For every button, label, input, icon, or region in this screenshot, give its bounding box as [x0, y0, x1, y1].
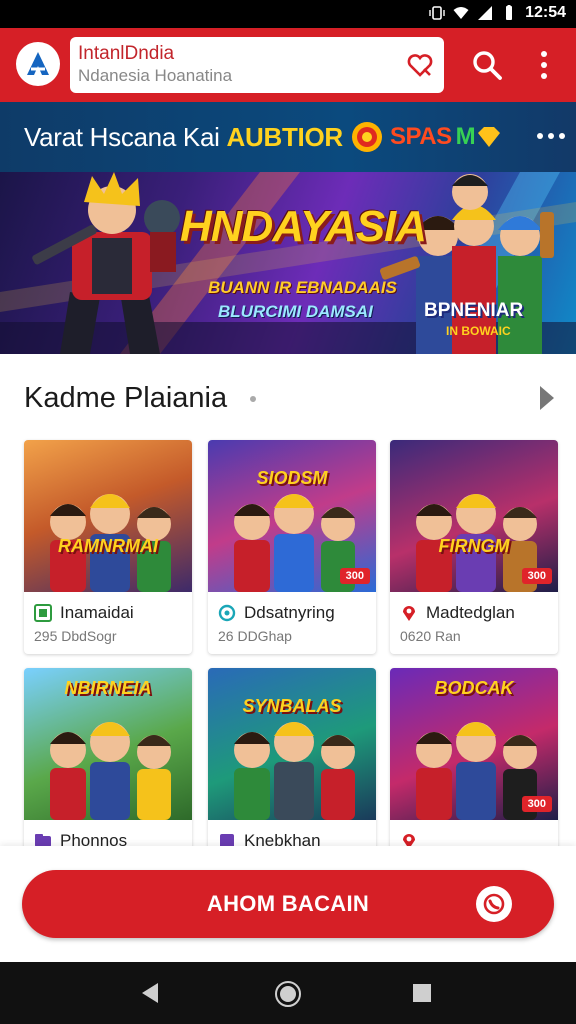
game-card[interactable]: SYNBALAS Knebkhan: [208, 668, 376, 846]
action-icon: [476, 886, 512, 922]
circle-icon: [218, 604, 236, 622]
app-logo[interactable]: [16, 42, 60, 86]
hero-side-title: BPNENIAR: [424, 300, 524, 321]
home-icon[interactable]: [274, 980, 302, 1008]
card-art-title: NBIRNEIA: [64, 678, 152, 698]
game-card[interactable]: NBIRNEIA Phonnos: [24, 668, 192, 846]
pin-icon: [400, 832, 418, 846]
card-artwork: FIRNGM 300: [390, 440, 558, 592]
hero-tagline-2: BLURCIMI DAMSAI: [218, 302, 373, 321]
logo-icon: [27, 52, 49, 75]
target-icon: [352, 122, 382, 152]
square-icon: [218, 832, 236, 846]
promo-strip[interactable]: Varat Hscana Kai AUBTIOR SPAS M: [0, 102, 576, 172]
card-name: Inamaidai: [60, 603, 134, 622]
card-characters: [234, 722, 355, 820]
card-name: Ddsatnyring: [244, 603, 335, 622]
card-name: Madtedglan: [426, 603, 515, 622]
card-meta: Madtedglan 0620 Ran: [400, 600, 552, 644]
system-nav-bar: [0, 962, 576, 1024]
card-art-title: FIRNGM: [438, 536, 510, 556]
search-field[interactable]: IntanlDndia Ndanesia Hoanatina: [70, 37, 444, 93]
hero-tagline-1: BUANN IR EBNADAAIS: [208, 278, 397, 297]
promo-text: Varat Hscana Kai AUBTIOR: [24, 122, 343, 153]
primary-action-button[interactable]: AHOM BACAIN: [22, 870, 554, 938]
card-name-row: [400, 828, 552, 846]
card-meta: [400, 828, 552, 846]
card-price-badge: 300: [521, 568, 552, 584]
search-title: IntanlDndia: [78, 43, 175, 64]
status-bar: 12:54: [0, 0, 576, 28]
pin-icon: [400, 604, 418, 622]
card-info: 0620 Ran: [400, 628, 461, 644]
promo-badge-text: SPAS: [390, 123, 452, 150]
card-price-badge: 300: [521, 796, 552, 812]
card-name-row: Phonnos: [34, 828, 186, 846]
status-icons: 12:54: [429, 4, 566, 22]
game-card[interactable]: BODCAK 300: [390, 668, 558, 846]
search-subtitle: Ndanesia Hoanatina: [78, 66, 233, 85]
section-indicator: [250, 396, 256, 402]
card-info: 26 DDGhap: [218, 628, 292, 644]
game-card[interactable]: FIRNGM 300 Madtedglan 0620 Ran: [390, 440, 558, 654]
more-dots-icon[interactable]: [536, 130, 566, 142]
section-header: Kadme Plaiania: [24, 380, 554, 416]
hero-title: HNDAYASIA: [180, 202, 427, 251]
battery-icon: [506, 5, 513, 20]
action-bar: AHOM BACAIN: [0, 846, 576, 962]
card-art-title: SYNBALAS: [242, 696, 342, 716]
phone-icon: [483, 893, 505, 915]
promo-badge-m: M: [455, 123, 476, 150]
search-icon[interactable]: [470, 48, 504, 82]
status-time: 12:54: [525, 4, 566, 21]
promo-badge: SPAS M: [350, 118, 502, 156]
card-art-title: SIODSM: [256, 468, 328, 488]
app-bar: IntanlDndia Ndanesia Hoanatina: [0, 28, 576, 102]
card-characters: [50, 494, 171, 592]
promo-text-main: Varat Hscana Kai: [24, 122, 227, 152]
promo-highlight: AUBTIOR: [226, 122, 344, 152]
gem-icon: [477, 127, 500, 147]
primary-action-label: AHOM BACAIN: [206, 891, 370, 916]
card-artwork: NBIRNEIA: [24, 668, 192, 820]
card-artwork: SYNBALAS: [208, 668, 376, 820]
card-name-row: Madtedglan: [400, 600, 552, 626]
card-name-row: Inamaidai: [34, 600, 186, 626]
grid-icon: [34, 604, 52, 622]
card-artwork: RAMNRMAI: [24, 440, 192, 592]
wifi-icon: [453, 7, 469, 19]
card-meta: Inamaidai 295 DbdSogr: [34, 600, 186, 644]
favorite-icon[interactable]: [406, 51, 434, 79]
back-icon[interactable]: [140, 982, 160, 1004]
overflow-menu-icon[interactable]: [534, 48, 554, 82]
game-card[interactable]: RAMNRMAI Inamaidai 295 DbdSogr: [24, 440, 192, 654]
card-artwork: BODCAK 300: [390, 668, 558, 820]
card-meta: Phonnos: [34, 828, 186, 846]
card-info: 295 DbdSogr: [34, 628, 117, 644]
card-meta: Knebkhan: [218, 828, 370, 846]
card-artwork: SIODSM 300: [208, 440, 376, 592]
card-name-row: Knebkhan: [218, 828, 370, 846]
card-name-row: Ddsatnyring: [218, 600, 370, 626]
section-title: Kadme Plaiania: [24, 382, 228, 414]
signal-icon: [478, 6, 493, 20]
folder-icon: [34, 832, 52, 846]
content-section: Kadme Plaiania RAMNRMAI Inamaidai 295 Db…: [0, 354, 576, 846]
hero-side-subtitle: IN BOWAIC: [446, 324, 511, 338]
vibrate-icon: [429, 6, 445, 20]
recent-apps-icon[interactable]: [412, 983, 432, 1003]
card-meta: Ddsatnyring 26 DDGhap: [218, 600, 370, 644]
card-name: Phonnos: [60, 831, 128, 846]
card-price-badge: 300: [339, 568, 370, 584]
card-name: Knebkhan: [244, 831, 321, 846]
chevron-right-icon[interactable]: [538, 384, 556, 412]
hero-banner[interactable]: HNDAYASIA BUANN IR EBNADAAIS BLURCIMI DA…: [0, 172, 576, 354]
game-card[interactable]: SIODSM 300 Ddsatnyring 26 DDGhap: [208, 440, 376, 654]
card-art-title: BODCAK: [434, 678, 514, 698]
card-art-title: RAMNRMAI: [58, 536, 158, 556]
